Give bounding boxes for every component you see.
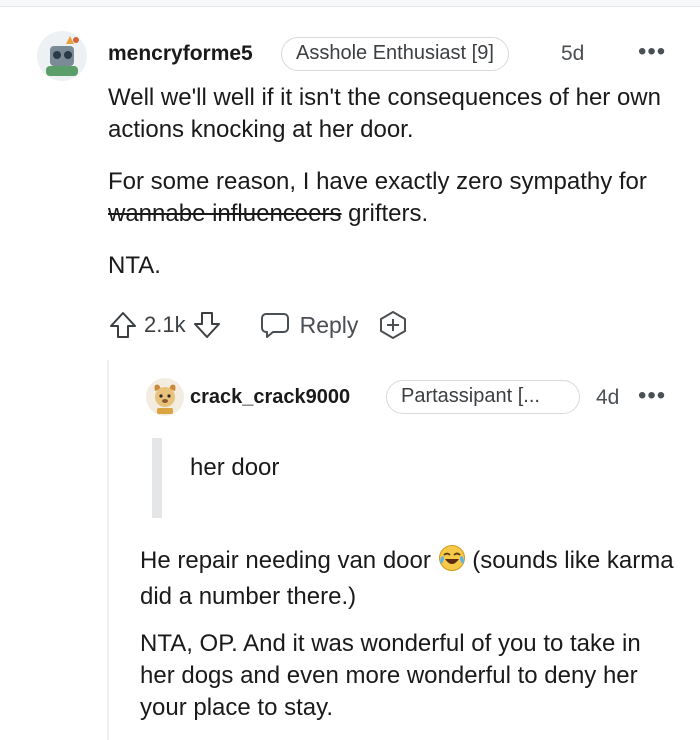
comment-action-bar: 2.1k Reply (108, 306, 408, 344)
reply-age: 4d (596, 386, 620, 409)
comment-paragraph: NTA. (108, 252, 161, 279)
user-flair: Asshole Enthusiast [9] (281, 37, 509, 71)
avatar[interactable] (36, 30, 88, 82)
up-arrow-icon[interactable] (108, 310, 138, 340)
comment-text: grifters. (341, 200, 429, 227)
face-with-tears-of-joy-icon (438, 544, 466, 581)
reply-paragraph: NTA, OP. And it was wonderful of you to … (140, 630, 641, 721)
speech-bubble-icon (260, 313, 289, 338)
comment-text: For some reason, I have exactly zero sym… (108, 168, 647, 195)
more-options-button[interactable]: ••• (638, 38, 666, 66)
reply-username[interactable]: crack_crack9000 (190, 386, 350, 409)
vote-score: 2.1k (144, 312, 186, 337)
reply-text: He repair needing van door (140, 547, 438, 574)
more-options-button[interactable]: ••• (638, 382, 666, 410)
award-plus-icon[interactable] (378, 310, 408, 340)
comment-paragraph: Well we'll well if it isn't the conseque… (108, 84, 661, 143)
reply-paragraph: He repair needing van door (sounds like … (140, 544, 680, 613)
thread-line[interactable] (107, 360, 109, 740)
avatar[interactable] (145, 377, 185, 417)
comment-paragraph: For some reason, I have exactly zero sym… (108, 166, 668, 230)
down-arrow-icon[interactable] (192, 310, 222, 340)
comment-username[interactable]: mencryforme5 (108, 42, 253, 66)
reply-label: Reply (299, 311, 359, 338)
strikethrough-text: wannabe influenceers (108, 200, 342, 227)
user-flair: Partassipant [... (386, 380, 580, 414)
comment-age: 5d (561, 42, 585, 65)
block-quote: her door (190, 454, 280, 481)
top-divider (0, 0, 700, 7)
reply-button[interactable]: Reply (260, 311, 359, 339)
quote-bar (152, 438, 162, 518)
